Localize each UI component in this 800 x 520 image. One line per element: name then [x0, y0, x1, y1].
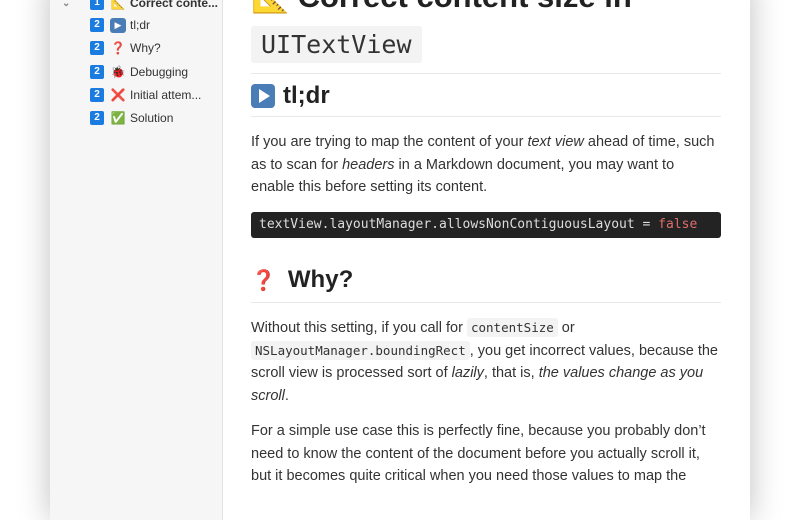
bug-icon: 🐞	[110, 65, 126, 79]
outline-item-label: Correct conte...	[130, 0, 219, 10]
outline-item-why[interactable]: 2 ❓ Why?	[90, 38, 161, 58]
outline-item-label: tl;dr	[130, 18, 151, 32]
document-title: 📐 Correct content size in	[251, 0, 632, 15]
question-icon: ❓	[251, 269, 276, 292]
divider	[251, 116, 721, 117]
text: Without this setting, if you call for	[251, 320, 467, 336]
outline-item-label: Why?	[130, 41, 161, 55]
text: text view	[527, 134, 584, 150]
outline-item-tldr[interactable]: 2 ▶ tl;dr	[90, 15, 150, 35]
outline-item-title[interactable]: ⌄ 1 📐 Correct conte...	[62, 0, 219, 13]
level-badge: 2	[90, 18, 104, 32]
heading-tldr: tl;dr	[251, 81, 330, 111]
outline-item-label: Debugging	[130, 65, 189, 79]
text: , that is,	[483, 365, 539, 381]
text: lazily	[451, 365, 484, 381]
outline-sidebar: ⌄ 1 📐 Correct conte... 2 ▶ tl;dr 2 ❓ Why…	[50, 0, 223, 520]
outline-item-debugging[interactable]: 2 🐞 Debugging	[90, 62, 188, 82]
inline-code: contentSize	[466, 318, 558, 337]
text: If you are trying to map the content of …	[251, 134, 528, 150]
divider	[251, 302, 721, 303]
outline-item-solution[interactable]: 2 ✅ Solution	[90, 108, 173, 128]
triangle-ruler-icon: 📐	[251, 0, 290, 14]
app-window: ⌄ 1 📐 Correct conte... 2 ▶ tl;dr 2 ❓ Why…	[50, 0, 750, 520]
code-text: textView.layoutManager.allowsNonContiguo…	[259, 217, 659, 232]
code-keyword: false	[658, 217, 698, 232]
outline-item-initial-attempt[interactable]: 2 ❌ Initial attem...	[90, 85, 201, 105]
level-badge: 2	[90, 88, 104, 102]
play-icon	[251, 84, 275, 108]
paragraph-tldr: If you are trying to map the content of …	[251, 131, 721, 199]
level-badge: 1	[90, 0, 104, 10]
paragraph-use-case: For a simple use case this is perfectly …	[251, 423, 706, 484]
heading-text: Why?	[287, 266, 354, 293]
level-badge: 2	[90, 41, 104, 55]
chevron-down-icon[interactable]: ⌄	[62, 0, 70, 9]
paragraph-why: Without this setting, if you call for co…	[251, 317, 721, 407]
title-text: Correct content size in	[298, 0, 632, 14]
code-block: textView.layoutManager.allowsNonContiguo…	[251, 212, 721, 238]
level-badge: 2	[90, 65, 104, 79]
play-icon: ▶	[110, 17, 126, 33]
triangle-ruler-icon: 📐	[110, 0, 126, 10]
level-badge: 2	[90, 111, 104, 125]
question-icon: ❓	[110, 41, 126, 55]
title-code: UITextView	[251, 26, 422, 63]
divider	[251, 73, 721, 74]
outline-item-label: Solution	[130, 111, 174, 125]
text: or	[557, 320, 575, 336]
inline-code: NSLayoutManager.boundingRect	[251, 340, 470, 360]
outline-item-label: Initial attem...	[130, 88, 202, 102]
heading-text: tl;dr	[283, 82, 330, 109]
heading-why: ❓ Why?	[251, 265, 353, 295]
text: .	[284, 387, 289, 404]
cross-icon: ❌	[110, 88, 126, 102]
check-icon: ✅	[110, 111, 126, 125]
text: headers	[342, 156, 395, 173]
